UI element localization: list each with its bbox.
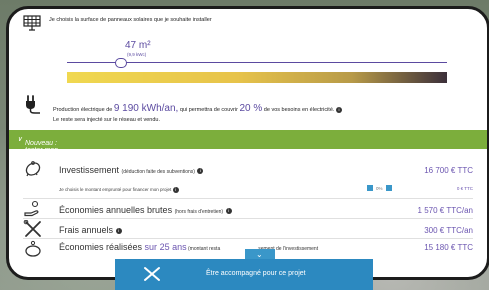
info-icon[interactable]: i xyxy=(335,106,342,113)
hand-coins-icon xyxy=(24,200,39,217)
info-icon[interactable]: i xyxy=(115,227,122,234)
realized-value: 15 180 € TTC xyxy=(424,243,473,252)
piggy-bank-icon xyxy=(25,161,41,177)
savings-value: 1 570 € TTC/an xyxy=(417,206,473,215)
surface-slider-handle[interactable] xyxy=(115,58,128,68)
loan-increase-button[interactable] xyxy=(386,185,392,191)
realized-savings-label: Économies réalisées sur 25 ans (montant … xyxy=(59,242,319,252)
production-text: Production électrique de 9 190 kWh/an, q… xyxy=(53,103,342,114)
investment-label: Investissement (déduction faite des subv… xyxy=(59,165,204,175)
info-icon[interactable]: i xyxy=(225,207,232,214)
piggy-bank-icon xyxy=(25,240,41,257)
production-percent: 20 % xyxy=(239,103,263,114)
info-icon[interactable]: i xyxy=(197,167,204,174)
fees-label: Frais annuels i xyxy=(59,225,122,235)
savings-label: Économies annuelles brutes (hors frais d… xyxy=(59,205,232,215)
production-gradient-bar xyxy=(67,72,447,83)
info-icon[interactable]: i xyxy=(172,187,179,193)
production-middle: qui permettra de couvrir xyxy=(178,107,240,113)
loan-decrease-button[interactable] xyxy=(367,185,373,191)
divider xyxy=(23,198,473,199)
loan-value: 0 € TTC xyxy=(456,186,473,191)
divider xyxy=(23,238,473,239)
loan-percent: 0% xyxy=(376,186,383,191)
new-section-label: ∨ Nouveau : tester mon raccordement élec… xyxy=(17,136,68,168)
cta-label: Être accompagné pour ce projet xyxy=(206,270,306,277)
investment-value: 16 700 € TTC xyxy=(424,166,473,175)
new-section-toggle[interactable]: ∨ Nouveau : tester mon raccordement élec… xyxy=(9,130,487,168)
loan-text: Je choisis le montant emprunté pour fina… xyxy=(59,187,179,193)
production-kwh: 9 190 kWh/an, xyxy=(113,103,179,114)
divider xyxy=(23,218,473,219)
surface-description: Je choisis la surface de panneaux solair… xyxy=(49,17,212,23)
area-value: 47 m² xyxy=(125,40,151,51)
production-suffix: de vos besoins en électricité. xyxy=(262,107,335,113)
fees-value: 300 € TTC/an xyxy=(424,226,473,235)
production-note: Le reste sera injecté sur le réseau et v… xyxy=(53,117,161,123)
simulation-card: Je choisis la surface de panneaux solair… xyxy=(6,6,489,280)
solar-panel-icon xyxy=(23,15,41,31)
chevron-down-icon: ⌄ xyxy=(256,250,263,259)
tools-icon xyxy=(23,220,41,237)
plug-icon xyxy=(26,95,40,114)
area-power: (9,9 kWc) xyxy=(127,52,147,57)
cta-button[interactable]: Être accompagné pour ce projet xyxy=(115,259,373,290)
production-prefix: Production électrique de xyxy=(53,107,114,113)
tools-icon xyxy=(144,267,160,281)
